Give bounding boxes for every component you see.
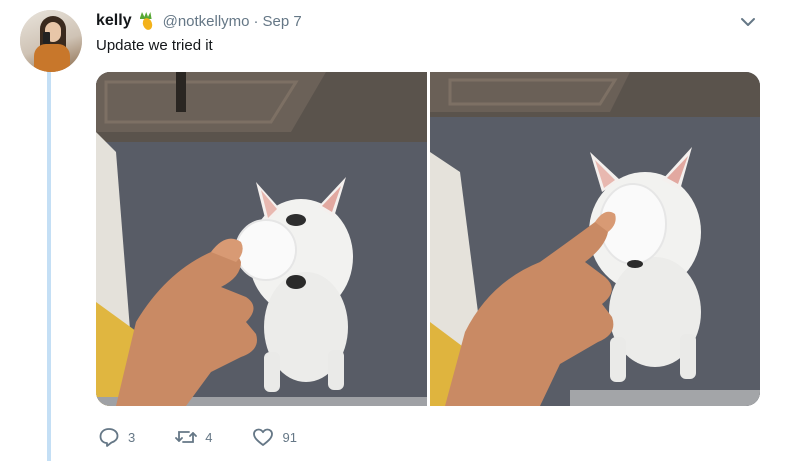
user-handle[interactable]: @notkellymo (163, 13, 250, 30)
retweet-button[interactable]: 4 (175, 426, 212, 448)
like-button[interactable]: 91 (252, 426, 297, 448)
avatar-phone (43, 32, 50, 44)
pineapple-icon (137, 12, 155, 32)
display-name[interactable]: kelly (96, 12, 132, 30)
photo-2[interactable] (429, 72, 760, 406)
thread-line (47, 72, 51, 461)
retweet-count: 4 (205, 429, 213, 445)
avatar-body (34, 44, 70, 72)
photo-1[interactable] (96, 72, 427, 406)
retweet-icon (175, 431, 198, 443)
tweet-actions: 3 4 91 (98, 426, 337, 448)
separator-dot: · (253, 12, 259, 30)
tweet-text: Update we tried it (96, 37, 213, 54)
dog-photo-right (429, 72, 760, 406)
tweet-media (96, 72, 760, 406)
avatar[interactable] (20, 10, 82, 72)
reply-button[interactable]: 3 (98, 426, 135, 448)
like-count: 91 (282, 429, 297, 445)
tweet-date[interactable]: Sep 7 (263, 13, 302, 30)
tweet-header: kelly @notkellymo · Sep 7 (96, 11, 302, 32)
dog-photo-left (96, 72, 427, 406)
chevron-down-icon[interactable] (738, 12, 758, 32)
reply-icon (99, 428, 119, 447)
reply-count: 3 (128, 429, 136, 445)
heart-icon (253, 428, 274, 446)
